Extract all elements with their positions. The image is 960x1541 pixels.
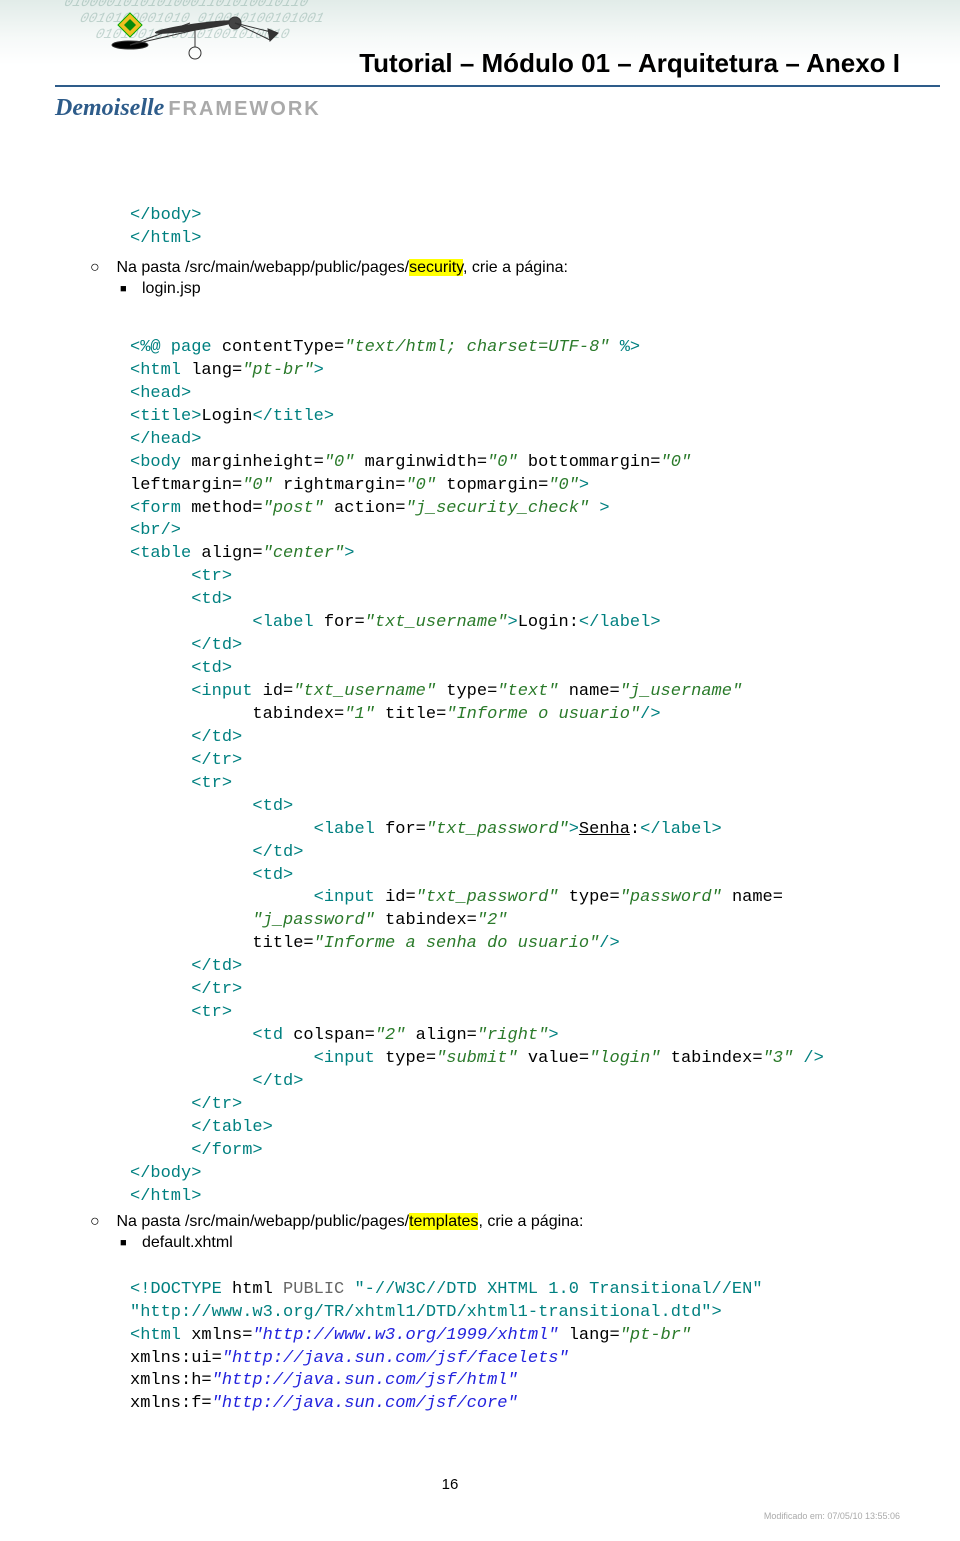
instr1-suffix: , crie a página: [463, 259, 568, 276]
logo: Demoiselle FRAMEWORK [0, 95, 960, 122]
page-number: 16 [0, 1476, 900, 1493]
logo-main: Demoiselle [55, 95, 164, 122]
instruction-1: Na pasta /src/main/webapp/public/pages/s… [90, 257, 880, 279]
page-header: Tutorial – Módulo 01 – Arquitetura – Ane… [0, 0, 960, 122]
instr1-prefix: Na pasta /src/main/webapp/public/pages/ [116, 259, 409, 276]
modified-timestamp: Modificado em: 07/05/10 13:55:06 [0, 1511, 900, 1521]
instruction-2-file: default.xhtml [120, 1232, 880, 1254]
instruction-2: Na pasta /src/main/webapp/public/pages/t… [90, 1211, 880, 1233]
instr1-highlight: security [409, 259, 463, 276]
document-body: </body> </html> Na pasta /src/main/webap… [0, 122, 960, 1436]
logo-sub: FRAMEWORK [168, 98, 320, 121]
instr2-suffix: , crie a página: [478, 1213, 583, 1230]
title-underline [55, 85, 940, 87]
instr2-prefix: Na pasta /src/main/webapp/public/pages/ [116, 1213, 409, 1230]
instruction-1-file: login.jsp [120, 278, 880, 300]
plane-icon [110, 5, 280, 70]
page-footer: 16 Modificado em: 07/05/10 13:55:06 [0, 1476, 960, 1541]
instr2-highlight: templates [409, 1213, 478, 1230]
